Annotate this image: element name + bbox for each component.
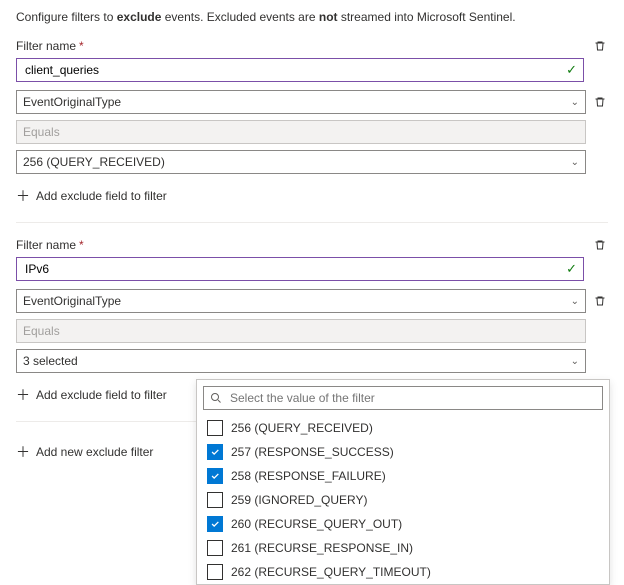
dropdown-option-label: 261 (RECURSE_RESPONSE_IN): [231, 541, 413, 555]
filter-name-label: Filter name: [16, 238, 76, 252]
valid-icon: ✓: [566, 62, 577, 78]
add-exclude-field-button[interactable]: ＋ Add exclude field to filter: [16, 180, 608, 212]
dropdown-option[interactable]: 262 (RECURSE_QUERY_TIMEOUT): [197, 560, 609, 584]
operator-dropdown: Equals: [16, 319, 586, 343]
operator-dropdown: Equals: [16, 120, 586, 144]
description-text: Configure filters to exclude events. Exc…: [16, 10, 608, 24]
dropdown-option-label: 262 (RECURSE_QUERY_TIMEOUT): [231, 565, 431, 579]
value-dropdown-panel: 256 (QUERY_RECEIVED) 257 (RESPONSE_SUCCES…: [196, 379, 610, 585]
trash-icon: [594, 96, 606, 108]
dropdown-option[interactable]: 257 (RESPONSE_SUCCESS): [197, 440, 609, 464]
event-type-dropdown[interactable]: EventOriginalType ⌄: [16, 289, 586, 313]
dropdown-option[interactable]: 256 (QUERY_RECEIVED): [197, 416, 609, 440]
checkbox[interactable]: [207, 492, 223, 508]
checkbox[interactable]: [207, 564, 223, 580]
plus-icon: ＋: [16, 442, 30, 462]
filter-name-input[interactable]: ✓: [16, 257, 584, 281]
chevron-down-icon: ⌄: [571, 356, 579, 367]
checkbox[interactable]: [207, 468, 223, 484]
delete-field-button[interactable]: [592, 94, 608, 110]
delete-filter-button[interactable]: [592, 237, 608, 253]
dropdown-option[interactable]: 260 (RECURSE_QUERY_OUT): [197, 512, 609, 536]
value-dropdown[interactable]: 3 selected ⌄: [16, 349, 586, 373]
checkbox[interactable]: [207, 540, 223, 556]
required-star: *: [79, 238, 84, 252]
separator: [16, 222, 608, 223]
delete-field-button[interactable]: [592, 293, 608, 309]
dropdown-option-label: 258 (RESPONSE_FAILURE): [231, 469, 386, 483]
dropdown-option[interactable]: 259 (IGNORED_QUERY): [197, 488, 609, 512]
checkbox[interactable]: [207, 444, 223, 460]
valid-icon: ✓: [566, 261, 577, 277]
trash-icon: [594, 40, 606, 52]
filter-name-label: Filter name: [16, 39, 76, 53]
filter-block-2: Filter name * ✓ EventOriginalType ⌄ Equa…: [16, 237, 608, 411]
dropdown-option[interactable]: 261 (RECURSE_RESPONSE_IN): [197, 536, 609, 560]
dropdown-option-label: 260 (RECURSE_QUERY_OUT): [231, 517, 402, 531]
chevron-down-icon: ⌄: [571, 97, 579, 108]
plus-icon: ＋: [16, 186, 30, 206]
dropdown-option-label: 257 (RESPONSE_SUCCESS): [231, 445, 394, 459]
dropdown-option-label: 256 (QUERY_RECEIVED): [231, 421, 373, 435]
filter-block-1: Filter name * ✓ EventOriginalType ⌄ Equa…: [16, 38, 608, 212]
checkbox[interactable]: [207, 420, 223, 436]
dropdown-option[interactable]: 258 (RESPONSE_FAILURE): [197, 464, 609, 488]
required-star: *: [79, 39, 84, 53]
filter-name-input[interactable]: ✓: [16, 58, 584, 82]
chevron-down-icon: ⌄: [571, 157, 579, 168]
plus-icon: ＋: [16, 385, 30, 405]
checkbox[interactable]: [207, 516, 223, 532]
trash-icon: [594, 239, 606, 251]
dropdown-option-label: 259 (IGNORED_QUERY): [231, 493, 367, 507]
value-dropdown[interactable]: 256 (QUERY_RECEIVED) ⌄: [16, 150, 586, 174]
chevron-down-icon: ⌄: [571, 296, 579, 307]
delete-filter-button[interactable]: [592, 38, 608, 54]
search-icon: [210, 392, 222, 404]
add-exclude-field-button[interactable]: ＋ Add exclude field to filter: [16, 379, 188, 411]
trash-icon: [594, 295, 606, 307]
dropdown-search-input[interactable]: [203, 386, 603, 410]
event-type-dropdown[interactable]: EventOriginalType ⌄: [16, 90, 586, 114]
